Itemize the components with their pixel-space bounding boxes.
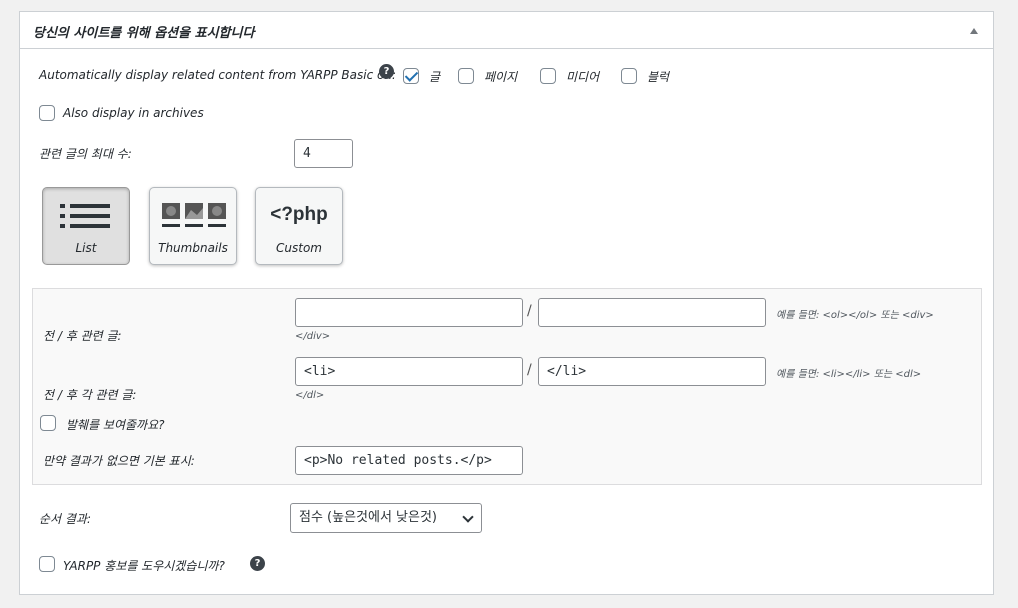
wrap-each-hint: 예를 들면: <li></li> 또는 <dl> [776,369,922,380]
collapse-arrow-icon[interactable] [970,28,978,34]
promote-checkbox[interactable] [39,556,55,572]
excerpt-label: 발췌를 보여줄까요? [66,418,165,432]
excerpt-checkbox[interactable] [40,415,56,431]
question-circle-icon[interactable]: ? [250,556,265,571]
archives-label: Also display in archives [63,106,204,120]
wrap-related-before-input[interactable] [295,298,523,327]
template-custom-button[interactable]: <?php Custom [255,187,343,265]
option-block-label: 블럭 [647,70,670,84]
option-page-label: 페이지 [484,70,518,84]
wrap-related-hint-continued: </div> [295,331,331,342]
list-icon [60,204,110,228]
promote-label: YARPP 홍보를 도우시겠습니까? [63,559,225,573]
chevron-down-icon [462,511,474,523]
php-code-icon: <?php [270,204,328,225]
list-options-box: 전 / 후 관련 글: / 예를 들면: <ol></ol> 또는 <div> … [32,288,982,485]
no-results-input[interactable]: <p>No related posts.</p> [295,446,523,475]
template-thumbnails-button[interactable]: Thumbnails [149,187,237,265]
template-list-label: List [75,241,97,255]
option-media-label: 미디어 [566,70,600,84]
max-related-input[interactable]: 4 [294,139,353,168]
archives-checkbox[interactable] [39,105,55,121]
wrap-each-before-input[interactable]: <li> [295,357,523,386]
wrap-related-hint: 예를 들면: <ol></ol> 또는 <div> [776,310,934,321]
option-post-label: 글 [429,70,441,84]
panel-header[interactable]: 당신의 사이트를 위해 옵션을 표시합니다 [20,12,993,49]
display-options-panel: 당신의 사이트를 위해 옵션을 표시합니다 Automatically disp… [19,11,994,595]
panel-title: 당신의 사이트를 위해 옵션을 표시합니다 [33,26,255,41]
order-label: 순서 결과: [39,512,92,526]
auto-display-label: Automatically display related content fr… [39,68,396,82]
order-select[interactable]: 점수 (높은것에서 낮은것) [290,503,482,533]
template-list-button[interactable]: List [42,187,130,265]
template-thumbnails-label: Thumbnails [158,241,228,255]
wrap-related-label: 전 / 후 관련 글: [43,329,122,343]
wrap-each-label: 전 / 후 각 관련 글: [43,388,137,402]
checkbox-page[interactable] [458,68,474,84]
question-circle-icon[interactable]: ? [379,64,394,79]
max-related-label: 관련 글의 최대 수: [39,147,132,161]
wrap-related-after-input[interactable] [538,298,766,327]
separator-slash: / [527,362,532,378]
separator-slash: / [527,303,532,319]
wrap-each-after-input[interactable]: </li> [538,357,766,386]
wrap-each-hint-continued: </dl> [295,390,325,401]
checkbox-media[interactable] [540,68,556,84]
checkbox-block[interactable] [621,68,637,84]
order-select-value: 점수 (높은것에서 낮은것) [299,510,438,525]
thumbnails-icon [162,203,226,227]
no-results-label: 만약 결과가 없으면 기본 표시: [43,454,195,468]
template-custom-label: Custom [276,241,322,255]
checkbox-post[interactable] [403,68,419,84]
